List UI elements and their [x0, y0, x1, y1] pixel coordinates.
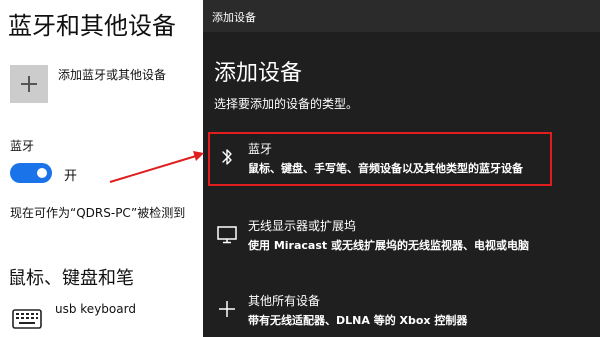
keyboard-icon — [12, 309, 42, 329]
settings-page: 蓝牙和其他设备 添加蓝牙或其他设备 蓝牙 开 现在可作为“QDRS-PC”被检测… — [0, 0, 203, 337]
option-title: 其他所有设备 — [248, 294, 321, 308]
monitor-icon — [217, 226, 237, 244]
dialog-heading: 添加设备 — [214, 61, 303, 86]
option-desc: 使用 Miracast 或无线扩展坞的无线监视器、电视或电脑 — [248, 239, 529, 252]
dialog-subtitle: 选择要添加的设备的类型。 — [214, 97, 359, 111]
option-everything-else[interactable]: 其他所有设备 带有无线适配器、DLNA 等的 Xbox 控制器 — [210, 286, 550, 336]
page-title: 蓝牙和其他设备 — [8, 12, 176, 40]
section-mouse-keyboard: 鼠标、键盘和笔 — [8, 268, 134, 289]
dialog-window-title: 添加设备 — [212, 11, 256, 24]
discoverable-text: 现在可作为“QDRS-PC”被检测到 — [10, 206, 186, 220]
option-title: 无线显示器或扩展坞 — [248, 219, 357, 233]
bluetooth-state: 开 — [64, 169, 78, 184]
option-desc: 带有无线适配器、DLNA 等的 Xbox 控制器 — [248, 314, 468, 327]
option-wireless-display[interactable]: 无线显示器或扩展坞 使用 Miracast 或无线扩展坞的无线监视器、电视或电脑 — [210, 211, 550, 261]
plus-icon — [219, 301, 235, 317]
toggle-knob — [37, 168, 47, 178]
dialog-titlebar[interactable]: 添加设备 — [203, 0, 600, 32]
option-desc: 鼠标、键盘、手写笔、音频设备以及其他类型的蓝牙设备 — [248, 162, 523, 175]
add-device-dialog: 添加设备 添加设备 选择要添加的设备的类型。 蓝牙 鼠标、键盘、手写笔、音频设备… — [203, 0, 600, 337]
bluetooth-label: 蓝牙 — [10, 139, 35, 153]
option-bluetooth[interactable]: 蓝牙 鼠标、键盘、手写笔、音频设备以及其他类型的蓝牙设备 — [208, 132, 552, 186]
device-name[interactable]: usb keyboard — [55, 302, 136, 316]
bluetooth-toggle[interactable] — [10, 163, 52, 183]
bluetooth-icon — [222, 149, 232, 165]
add-device-label[interactable]: 添加蓝牙或其他设备 — [58, 66, 166, 83]
add-device-button[interactable] — [10, 65, 48, 103]
option-title: 蓝牙 — [248, 142, 273, 156]
